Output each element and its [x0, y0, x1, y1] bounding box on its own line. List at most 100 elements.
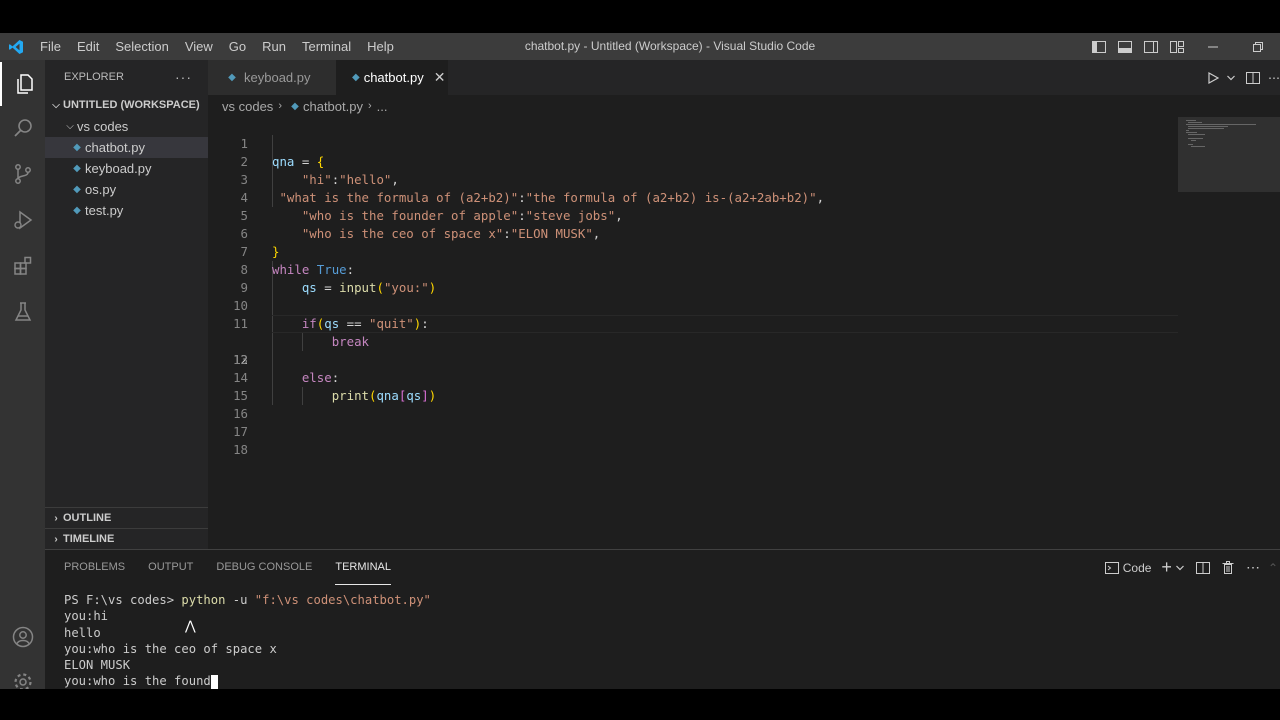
minimap-line — [1191, 146, 1205, 147]
tab-terminal[interactable]: TERMINAL — [335, 550, 391, 585]
chevron-down-icon[interactable] — [1224, 60, 1238, 95]
code-line-6: 6 } — [208, 207, 1178, 259]
code-line-16: 16 — [208, 387, 1178, 421]
minimap-line — [1191, 140, 1196, 141]
minimize-icon[interactable] — [1190, 33, 1235, 60]
terminal-command-line: PS F:\vs codes> python -u "f:\vs codes\c… — [64, 592, 1264, 608]
chevron-up-icon[interactable]: ⌃ — [1266, 550, 1280, 585]
tab-output[interactable]: OUTPUT — [148, 550, 193, 585]
minimap-line — [1186, 124, 1256, 125]
text-cursor-ibeam-icon: ⋀ — [185, 619, 196, 634]
customize-layout-icon[interactable] — [1164, 33, 1190, 60]
more-actions-icon[interactable]: ⋯ — [1240, 550, 1266, 585]
chevron-right-icon: › — [54, 533, 58, 545]
close-icon[interactable]: ✕ — [434, 69, 446, 86]
run-debug-icon[interactable] — [0, 198, 45, 242]
split-terminal-icon[interactable] — [1190, 550, 1216, 585]
code-line-14: 14 print(qna[qs]) — [208, 351, 1178, 403]
tab-keyboad[interactable]: ◆ keyboad.py — [208, 60, 336, 95]
tab-chatbot[interactable]: ◆ chatbot.py ✕ — [336, 60, 448, 95]
current-line-highlight — [272, 315, 1178, 333]
editor-tabs: ◆ keyboad.py ◆ chatbot.py ✕ ⋯ — [208, 60, 1280, 95]
breadcrumb-file[interactable]: chatbot.py — [303, 99, 363, 114]
menu-run[interactable]: Run — [254, 33, 294, 60]
file-item-keyboad[interactable]: ◆ keyboad.py — [45, 158, 208, 179]
files-icon[interactable] — [0, 62, 45, 106]
minimap[interactable] — [1178, 117, 1280, 549]
python-file-icon: ◆ — [73, 163, 81, 174]
breadcrumb-symbol[interactable]: ... — [377, 99, 388, 114]
outline-section-header[interactable]: › OUTLINE — [45, 507, 208, 528]
terminal-line: you:who is the ceo of space x — [64, 641, 277, 656]
menu-view[interactable]: View — [177, 33, 221, 60]
account-icon[interactable] — [0, 615, 45, 659]
extensions-icon[interactable] — [0, 244, 45, 288]
breadcrumb-folder[interactable]: vs codes — [222, 99, 273, 114]
terminal-args: -u — [225, 593, 255, 607]
toggle-primary-sidebar-icon[interactable] — [1086, 33, 1112, 60]
more-actions-icon[interactable]: ⋯ — [1268, 60, 1280, 95]
testing-icon[interactable] — [0, 290, 45, 334]
chevron-down-icon: ⌵ — [66, 121, 74, 132]
bottom-panel: PROBLEMS OUTPUT DEBUG CONSOLE TERMINAL C… — [45, 549, 1280, 689]
explorer-more-actions-icon[interactable]: ··· — [175, 69, 192, 85]
minimap-line — [1188, 144, 1193, 145]
menu-go[interactable]: Go — [221, 33, 254, 60]
code-editor[interactable]: 1 qna = { 2 "hi":"hello", 3 "what is the… — [208, 117, 1178, 549]
source-control-icon[interactable] — [0, 152, 45, 196]
terminal-output[interactable]: PS F:\vs codes> python -u "f:\vs codes\c… — [64, 592, 1264, 689]
file-item-chatbot[interactable]: ◆ chatbot.py — [45, 137, 208, 158]
editor-actions: ⋯ — [1202, 60, 1280, 95]
python-file-icon: ◆ — [73, 205, 81, 216]
workspace-name: UNTITLED (WORKSPACE) — [63, 99, 200, 111]
split-editor-icon[interactable] — [1238, 60, 1268, 95]
vscode-window: File Edit Selection View Go Run Terminal… — [0, 33, 1280, 689]
python-file-icon: ◆ — [73, 184, 81, 195]
explorer-header: EXPLORER ··· — [45, 60, 208, 94]
minimap-line — [1188, 122, 1202, 123]
code-line-7: 7 while True: — [208, 225, 1178, 277]
terminal-line: ELON MUSK — [64, 658, 131, 673]
tab-problems[interactable]: PROBLEMS — [64, 550, 125, 585]
terminal-line: hello — [64, 625, 101, 640]
tab-debug-console[interactable]: DEBUG CONSOLE — [216, 550, 312, 585]
timeline-label: TIMELINE — [63, 533, 115, 545]
workspace-section-header[interactable]: ⌵ UNTITLED (WORKSPACE) — [45, 94, 208, 116]
chevron-right-icon: › — [367, 100, 372, 112]
restore-icon[interactable] — [1235, 33, 1280, 60]
title-bar: File Edit Selection View Go Run Terminal… — [0, 33, 1280, 60]
code-line-3: 3 "what is the formula of (a2+b2)":"the … — [208, 153, 1178, 205]
file-item-os[interactable]: ◆ os.py — [45, 179, 208, 200]
folder-vs-codes[interactable]: ⌵ vs codes — [45, 116, 208, 137]
toggle-panel-icon[interactable] — [1112, 33, 1138, 60]
timeline-section-header[interactable]: › TIMELINE — [45, 528, 208, 549]
chevron-down-icon[interactable] — [1174, 550, 1190, 585]
search-icon[interactable] — [0, 106, 45, 150]
chevron-right-icon: › — [278, 100, 282, 112]
new-terminal-icon[interactable]: + — [1157, 550, 1174, 585]
terminal-line: you:who is the found — [64, 674, 211, 689]
menu-file[interactable]: File — [32, 33, 69, 60]
code-line-4: 4 "who is the founder of apple":"steve j… — [208, 171, 1178, 223]
menu-terminal[interactable]: Terminal — [294, 33, 359, 60]
line-number: 18 — [233, 442, 248, 457]
python-file-icon: ◆ — [228, 72, 236, 83]
minimap-line — [1188, 138, 1203, 139]
file-item-test[interactable]: ◆ test.py — [45, 200, 208, 221]
menu-help[interactable]: Help — [359, 33, 402, 60]
trash-icon[interactable] — [1216, 550, 1240, 585]
run-python-file-icon[interactable] — [1202, 60, 1224, 95]
terminal-shell-selector[interactable]: Code — [1099, 550, 1158, 585]
vscode-logo-icon — [0, 33, 32, 60]
file-label: keyboad.py — [85, 161, 152, 176]
python-file-icon: ◆ — [73, 142, 81, 153]
menu-selection[interactable]: Selection — [107, 33, 176, 60]
code-line-10: 10 if(qs == "quit"): — [208, 279, 1178, 331]
terminal-prompt: PS F:\vs codes> — [64, 593, 182, 607]
settings-gear-icon[interactable] — [0, 660, 45, 689]
folder-label: vs codes — [77, 119, 129, 134]
file-label: test.py — [85, 203, 124, 218]
code-line-11: 11 break — [208, 297, 1178, 349]
menu-edit[interactable]: Edit — [69, 33, 107, 60]
toggle-secondary-sidebar-icon[interactable] — [1138, 33, 1164, 60]
